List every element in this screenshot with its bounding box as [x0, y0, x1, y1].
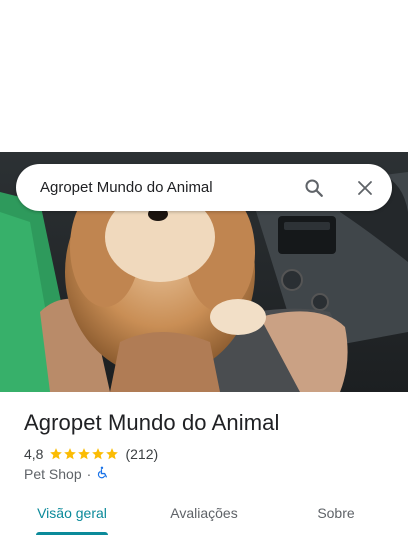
- map-area: [0, 0, 408, 152]
- wheelchair-icon: [96, 466, 109, 482]
- star-icon: [64, 448, 77, 460]
- rating-value: 4,8: [24, 446, 44, 462]
- star-icon: [92, 448, 105, 460]
- search-query[interactable]: Agropet Mundo do Animal: [40, 164, 213, 211]
- close-icon[interactable]: [352, 175, 378, 201]
- star-icon: [106, 448, 119, 460]
- tab-about[interactable]: Sobre: [292, 496, 380, 540]
- place-title: Agropet Mundo do Animal: [24, 410, 280, 435]
- category-row: Pet Shop ·: [24, 465, 109, 483]
- separator-dot: ·: [86, 466, 92, 482]
- tab-reviews[interactable]: Avaliações: [160, 496, 248, 540]
- review-count[interactable]: (212): [125, 446, 158, 462]
- category-label[interactable]: Pet Shop: [24, 466, 82, 482]
- star-icon: [78, 448, 91, 460]
- rating-row[interactable]: 4,8 (212): [24, 445, 158, 463]
- star-icon: [50, 448, 63, 460]
- active-tab-indicator: [36, 532, 108, 535]
- tab-bar: Visão geral Avaliações Sobre: [0, 496, 408, 544]
- search-icon[interactable]: [301, 175, 327, 201]
- star-rating: [49, 447, 119, 461]
- search-bar[interactable]: Agropet Mundo do Animal: [16, 164, 392, 211]
